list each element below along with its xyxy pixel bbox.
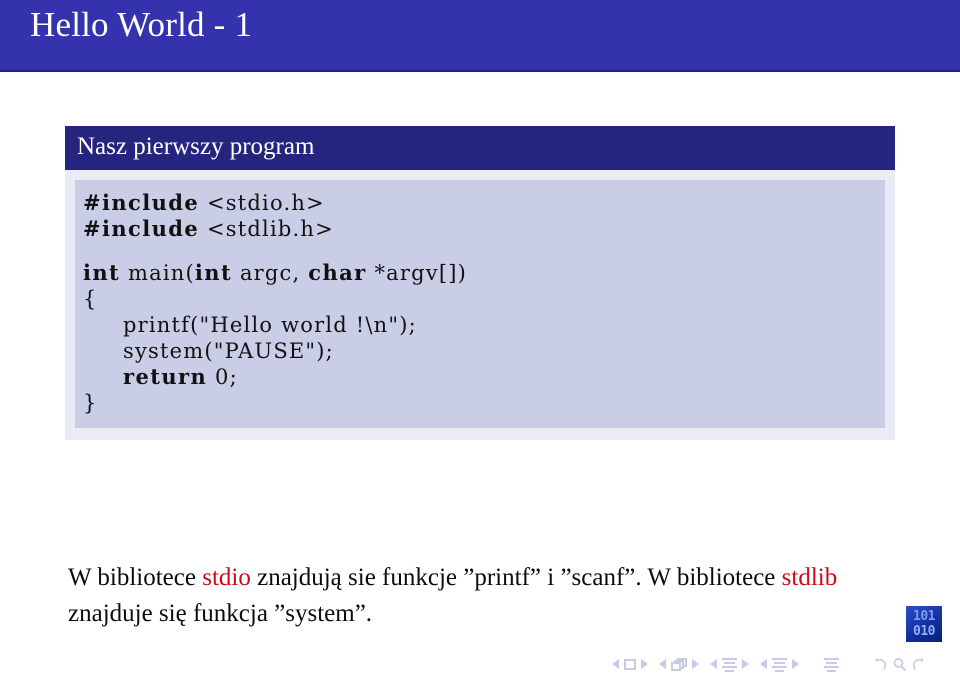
block-title: Nasz pierwszy program [65,126,895,170]
code-text: { [83,287,98,311]
code-line: system("PAUSE"); [83,338,879,364]
code-text: *argv[]) [366,261,468,285]
lines-icon[interactable] [772,657,787,672]
code-keyword: #include [83,216,200,241]
magnifier-icon[interactable] [892,657,907,672]
arc-back-icon[interactable] [872,657,887,672]
code-line: int main(int argc, char *argv[]) [83,260,879,286]
nav-group-subsection [710,657,749,672]
code-block: Nasz pierwszy program #include <stdio.h>… [65,126,895,440]
code-text: } [83,391,98,415]
nav-group-history [872,657,927,672]
code-listing: #include <stdio.h> #include <stdlib.h> in… [75,180,885,428]
institution-logo: 101 010 [906,606,942,642]
triangle-right-icon[interactable] [641,659,648,669]
triangle-left-icon[interactable] [659,659,666,669]
code-line: printf("Hello world !\n"); [83,312,879,338]
code-text: printf("Hello world !\n"); [123,313,417,337]
beamer-navigation-bar [612,654,927,674]
triangle-right-icon[interactable] [692,659,699,669]
code-keyword: return [123,364,208,389]
triangle-right-icon[interactable] [742,659,749,669]
code-keyword: int [83,260,121,285]
nav-group-overview [824,657,839,672]
code-line: #include <stdio.h> [83,190,879,216]
paragraph-text: znajduje się funkcja ”system”. [68,600,373,627]
triangle-left-icon[interactable] [612,659,619,669]
code-text: main( [120,261,195,285]
nav-group-section [760,657,799,672]
library-name: stdio [202,564,251,591]
code-text: <stdlib.h> [199,217,334,241]
code-keyword: #include [83,190,200,215]
nav-group-slide [612,658,648,670]
lines-icon[interactable] [722,657,737,672]
triangle-right-icon[interactable] [792,659,799,669]
code-keyword: char [308,260,367,285]
code-line: #include <stdlib.h> [83,216,879,242]
square-icon[interactable] [624,658,636,670]
arc-forward-icon[interactable] [912,657,927,672]
frames-icon[interactable] [671,657,687,671]
code-line: return 0; [83,364,879,390]
library-name: stdlib [781,564,838,591]
page-title: Hello World - 1 [30,5,253,44]
code-line: } [83,390,879,416]
paragraph-text: W bibliotece [68,564,203,591]
triangle-left-icon[interactable] [760,659,767,669]
nav-group-frame [659,657,699,671]
code-text: <stdio.h> [199,191,325,215]
triangle-left-icon[interactable] [710,659,717,669]
code-line: { [83,286,879,312]
code-text: 0; [207,365,238,389]
slide-header-band: Hello World - 1 [0,0,960,72]
lines-icon[interactable] [824,657,839,672]
paragraph-text: znajdują sie funkcje ”printf” i ”scanf”.… [250,564,782,591]
body-paragraph: W bibliotece stdio znajdują sie funkcje … [68,560,896,632]
code-text: argc, [232,261,309,285]
logo-bits-line-2: 010 [913,624,935,639]
code-keyword: int [194,260,233,285]
code-text: system("PAUSE"); [123,339,334,363]
logo-bits-line-1: 101 [913,609,935,624]
block-body: #include <stdio.h> #include <stdlib.h> in… [65,170,895,440]
